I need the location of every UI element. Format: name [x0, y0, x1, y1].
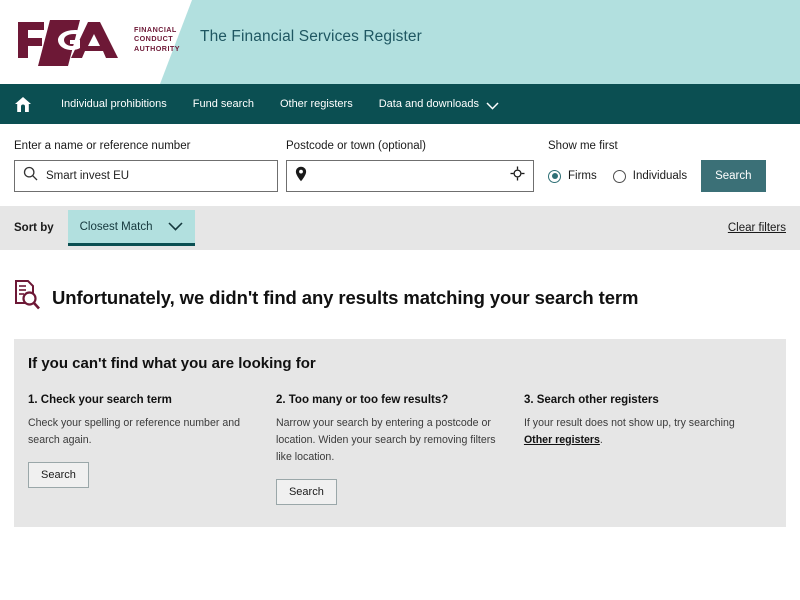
document-search-icon: [14, 280, 40, 315]
help-search-button-1[interactable]: Search: [28, 462, 89, 488]
help-column-1: 1. Check your search term Check your spe…: [28, 394, 276, 505]
name-field-label: Enter a name or reference number: [14, 140, 191, 152]
page-root: FINANCIAL CONDUCT AUTHORITY The Financia…: [0, 0, 800, 600]
name-field-group: Enter a name or reference number: [14, 140, 278, 192]
nav-item-label: Individual prohibitions: [61, 98, 167, 110]
help-column-2: 2. Too many or too few results? Narrow y…: [275, 394, 524, 505]
show-me-first-group: Show me first Firms Individuals Search: [548, 140, 766, 192]
show-me-first-label: Show me first: [548, 140, 618, 152]
fca-logo-words: FINANCIAL CONDUCT AUTHORITY: [134, 25, 180, 54]
help-column-body: Check your spelling or reference number …: [28, 417, 240, 446]
search-icon: [23, 166, 38, 186]
site-title: The Financial Services Register: [200, 28, 422, 45]
clear-filters-link[interactable]: Clear filters: [728, 222, 786, 234]
nav-item-individual-prohibitions[interactable]: Individual prohibitions: [48, 98, 180, 110]
chevron-down-icon: [168, 218, 184, 236]
no-results-header: Unfortunately, we didn't find any result…: [0, 250, 800, 315]
radio-individuals-label: Individuals: [632, 170, 688, 182]
chevron-down-icon: [486, 101, 499, 110]
other-registers-link[interactable]: Other registers: [524, 434, 600, 446]
help-column-title: 1. Check your search term: [28, 394, 172, 406]
help-search-button-2[interactable]: Search: [275, 479, 337, 505]
fca-logo-line-1: FINANCIAL: [134, 24, 177, 34]
radio-individuals-dot: [612, 169, 626, 183]
help-column-title: 3. Search other registers: [523, 394, 659, 406]
home-icon[interactable]: [14, 96, 48, 113]
search-input-wrapper[interactable]: [14, 160, 278, 192]
nav-item-other-registers[interactable]: Other registers: [267, 98, 366, 110]
masthead: FINANCIAL CONDUCT AUTHORITY The Financia…: [0, 0, 800, 84]
sort-dropdown[interactable]: Closest Match: [67, 210, 196, 246]
location-pin-icon: [295, 166, 307, 187]
search-input[interactable]: [46, 161, 269, 191]
fca-logo-line-3: AUTHORITY: [134, 43, 180, 53]
nav-item-label: Other registers: [279, 98, 353, 110]
search-form: Enter a name or reference number Postcod…: [0, 124, 800, 206]
postcode-input[interactable]: [315, 161, 502, 191]
nav-item-label: Fund search: [192, 98, 254, 110]
crosshair-icon[interactable]: [510, 166, 525, 186]
search-button[interactable]: Search: [701, 160, 766, 192]
postcode-field-group: Postcode or town (optional): [286, 140, 534, 192]
radio-firms-label: Firms: [568, 170, 597, 182]
help-panel: If you can't find what you are looking f…: [14, 339, 786, 527]
help-columns: 1. Check your search term Check your spe…: [28, 394, 772, 505]
postcode-field-label: Postcode or town (optional): [286, 140, 426, 152]
radio-firms[interactable]: Firms: [548, 169, 597, 183]
nav-item-fund-search[interactable]: Fund search: [180, 98, 267, 110]
sort-by-label: Sort by: [14, 222, 54, 234]
help-panel-heading: If you can't find what you are looking f…: [28, 355, 316, 372]
sort-bar: Sort by Closest Match Clear filters: [0, 206, 800, 250]
help-column-title: 2. Too many or too few results?: [275, 394, 449, 406]
help-column-body-text: If your result does not show up, try sea…: [523, 417, 735, 429]
help-column-body: Narrow your search by entering a postcod…: [275, 417, 496, 463]
no-results-heading: Unfortunately, we didn't find any result…: [52, 286, 639, 308]
show-me-first-radios: Firms Individuals Search: [548, 160, 766, 192]
help-column-body-3: If your result does not show up, try sea…: [524, 415, 750, 449]
nav-item-data-and-downloads[interactable]: Data and downloads: [366, 98, 510, 110]
help-column-body-tail: .: [599, 434, 603, 446]
fca-logo-line-2: CONDUCT: [134, 34, 174, 44]
help-column-3: 3. Search other registers If your result…: [524, 394, 772, 505]
nav-item-label: Data and downloads: [378, 98, 479, 110]
radio-individuals[interactable]: Individuals: [612, 169, 688, 183]
sort-dropdown-value: Closest Match: [79, 220, 153, 233]
home-icon-glyph: [15, 96, 31, 112]
radio-firms-dot: [548, 169, 561, 183]
fca-logo-mark: [18, 20, 118, 66]
fca-logo[interactable]: FINANCIAL CONDUCT AUTHORITY: [14, 12, 180, 66]
main-navigation: Individual prohibitions Fund search Othe…: [0, 84, 800, 124]
postcode-input-wrapper[interactable]: [286, 160, 534, 192]
